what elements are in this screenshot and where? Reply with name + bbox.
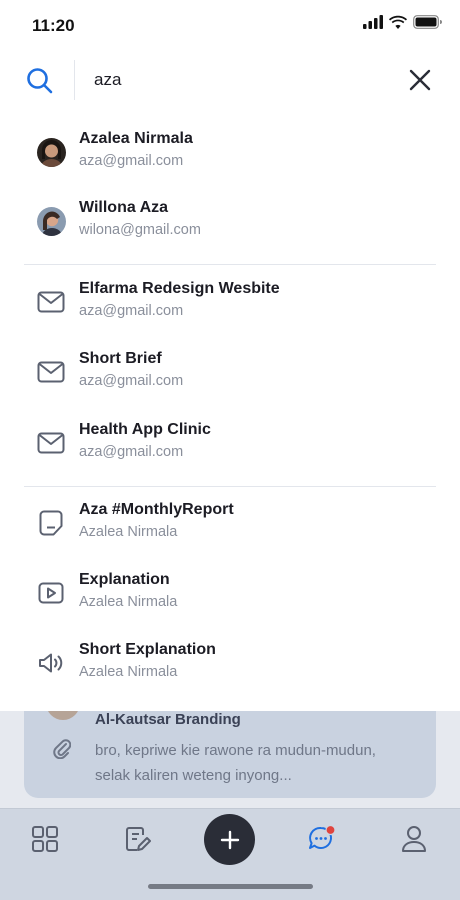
- result-email-item[interactable]: Health App Clinic aza@gmail.com: [36, 421, 436, 486]
- result-title: Willona Aza: [79, 199, 169, 216]
- battery-icon: [413, 15, 442, 29]
- result-author: Azalea Nirmala: [79, 594, 178, 610]
- result-file-item[interactable]: Aza #MonthlyReport Azalea Nirmala: [36, 501, 436, 566]
- close-button[interactable]: [406, 66, 434, 94]
- result-title: Short Brief: [79, 350, 162, 367]
- result-title: Azalea Nirmala: [79, 130, 193, 147]
- notes-edit-icon[interactable]: [122, 824, 152, 854]
- status-icons: [363, 15, 442, 29]
- grid-icon[interactable]: [30, 824, 60, 854]
- result-person[interactable]: Azalea Nirmala aza@gmail.com: [36, 130, 436, 195]
- message-title: Al-Kautsar Branding: [95, 711, 241, 728]
- add-button[interactable]: [204, 814, 255, 865]
- result-email: aza@gmail.com: [79, 153, 184, 169]
- result-person[interactable]: Willona Aza wilona@gmail.com: [36, 199, 436, 264]
- add-icon: [220, 830, 239, 849]
- mail-icon: [36, 428, 66, 458]
- result-email: aza@gmail.com: [79, 373, 184, 389]
- search-sheet: 11:20 aza Azalea Nirmala aza@gmail.com W…: [0, 0, 460, 711]
- result-email-item[interactable]: Elfarma Redesign Wesbite aza@gmail.com: [36, 280, 436, 345]
- result-title: Health App Clinic: [79, 421, 211, 438]
- search-input[interactable]: [94, 68, 384, 92]
- result-email: wilona@gmail.com: [79, 222, 201, 238]
- speaker-icon: [36, 648, 66, 678]
- search-divider: [74, 60, 75, 100]
- chat-icon[interactable]: [307, 824, 337, 854]
- result-email: aza@gmail.com: [79, 444, 184, 460]
- status-time: 11:20: [32, 16, 75, 35]
- document-icon: [36, 508, 66, 538]
- result-title: Elfarma Redesign Wesbite: [79, 280, 280, 297]
- result-file-item[interactable]: Short Explanation Azalea Nirmala: [36, 641, 436, 706]
- section-divider: [24, 486, 436, 487]
- result-title: Explanation: [79, 571, 170, 588]
- close-icon: [409, 69, 431, 91]
- result-title: Short Explanation: [79, 641, 216, 658]
- result-email-item[interactable]: Short Brief aza@gmail.com: [36, 350, 436, 415]
- result-author: Azalea Nirmala: [79, 524, 178, 540]
- home-indicator: [148, 884, 313, 889]
- mail-icon: [36, 287, 66, 317]
- section-divider: [24, 264, 436, 265]
- avatar: [36, 137, 66, 167]
- video-icon: [36, 578, 66, 608]
- signal-icon: [363, 15, 383, 29]
- attachment-icon: [53, 737, 72, 764]
- result-file-item[interactable]: Explanation Azalea Nirmala: [36, 571, 436, 636]
- result-title: Aza #MonthlyReport: [79, 501, 234, 518]
- search-icon[interactable]: [26, 67, 53, 99]
- result-author: Azalea Nirmala: [79, 664, 178, 680]
- message-preview: bro, kepriwe kie rawone ra mudun-mudun, …: [95, 742, 376, 784]
- wifi-icon: [389, 15, 407, 29]
- profile-icon[interactable]: [399, 824, 429, 854]
- result-email: aza@gmail.com: [79, 303, 184, 319]
- mail-icon: [36, 357, 66, 387]
- avatar: [36, 206, 66, 236]
